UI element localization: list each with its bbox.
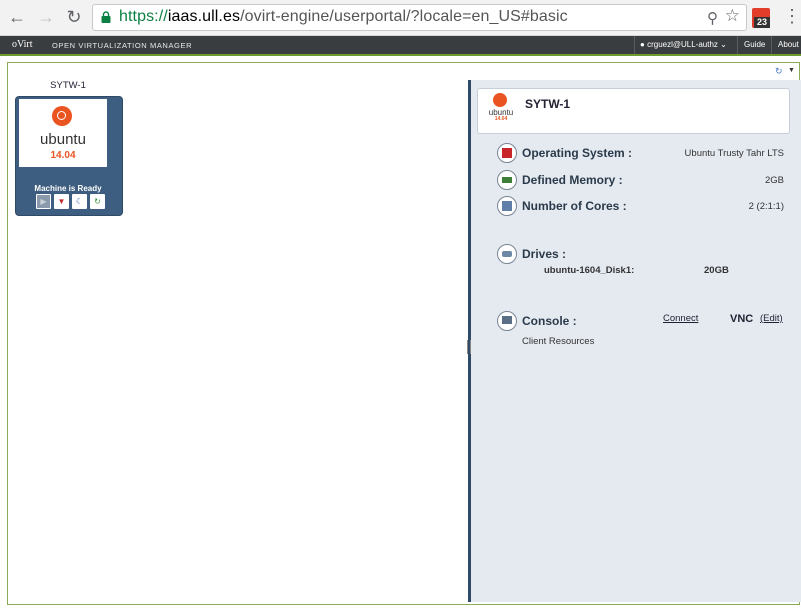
bookmark-star-icon[interactable]: ☆ [725, 6, 740, 26]
reboot-icon[interactable]: ↻ [90, 194, 105, 209]
chevron-down-icon: ⌄ [720, 40, 727, 49]
forward-arrow-icon[interactable]: → [35, 6, 57, 28]
url-text: https://iaas.ull.es/ovirt-engine/userpor… [119, 8, 568, 25]
client-resources-label: Client Resources [522, 336, 595, 347]
os-icon [497, 143, 517, 163]
header-divider [634, 36, 635, 54]
vm-status-text: Machine is Ready [34, 184, 102, 193]
splitter-handle[interactable] [467, 340, 471, 354]
os-value: Ubuntu Trusty Tahr LTS [684, 148, 784, 159]
drives-label: Drives : [522, 247, 567, 261]
cores-label: Number of Cores : [522, 199, 627, 213]
ubuntu-small-logo: ubuntu 14.04 [486, 93, 516, 123]
guide-link[interactable]: Guide [744, 40, 765, 49]
console-label: Console : [522, 314, 577, 328]
extension-badge: 23 [754, 17, 770, 28]
suspend-moon-icon[interactable]: ☾ [72, 194, 87, 209]
shutdown-button[interactable]: ▼ [54, 194, 69, 209]
back-arrow-icon[interactable]: ← [6, 6, 28, 28]
details-title: SYTW-1 [525, 97, 571, 111]
browser-toolbar: ← → ↻ https://iaas.ull.es/ovirt-engine/u… [0, 0, 801, 36]
disk-name: ubuntu-1604_Disk1: [544, 265, 635, 276]
header-divider [737, 36, 738, 54]
edit-console-link[interactable]: (Edit) [760, 313, 783, 324]
run-button[interactable]: ▶ [36, 194, 51, 209]
details-header [477, 88, 790, 134]
zoom-icon[interactable]: ⚲ [707, 9, 718, 27]
product-name: OPEN VIRTUALIZATION MANAGER [52, 41, 193, 50]
refresh-icon[interactable]: ↻ [775, 66, 783, 77]
browser-menu-icon[interactable]: ⋮ [783, 6, 801, 27]
about-link[interactable]: About [778, 40, 799, 49]
cores-value: 2 (2:1:1) [748, 201, 784, 212]
header-divider [771, 36, 772, 54]
brand-logo: oVirt [12, 39, 33, 50]
user-menu[interactable]: ● crguezl@ULL-authz ⌄ [640, 40, 727, 49]
memory-label: Defined Memory : [522, 173, 623, 187]
ubuntu-circle-icon [52, 106, 72, 126]
memory-value: 2GB [764, 175, 784, 186]
vm-name-label: SYTW-1 [50, 80, 86, 91]
drive-icon [497, 244, 517, 264]
app-header: oVirt OPEN VIRTUALIZATION MANAGER ● crgu… [0, 36, 801, 56]
console-protocol: VNC [730, 313, 754, 325]
user-icon: ● [640, 40, 645, 49]
console-icon [497, 311, 517, 331]
connect-link[interactable]: Connect [663, 313, 698, 324]
caret-down-icon[interactable]: ▼ [788, 67, 795, 74]
os-label: Operating System : [522, 146, 633, 160]
cpu-icon [497, 196, 517, 216]
lock-icon [101, 11, 111, 23]
address-bar[interactable]: https://iaas.ull.es/ovirt-engine/userpor… [92, 4, 747, 31]
ubuntu-logo: ubuntu 14.04 [19, 99, 107, 167]
memory-icon [497, 170, 517, 190]
disk-size: 20GB [704, 265, 729, 276]
reload-icon[interactable]: ↻ [63, 6, 85, 28]
